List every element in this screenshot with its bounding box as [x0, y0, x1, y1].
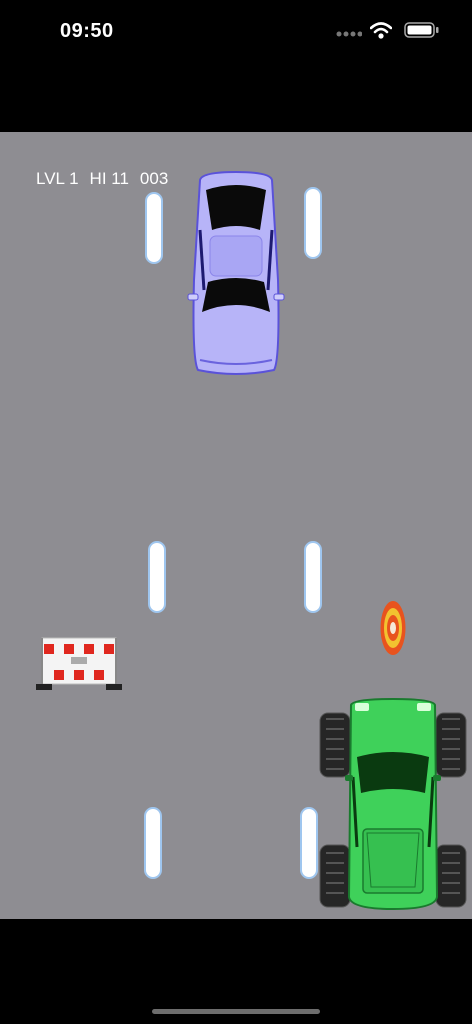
target-pickup[interactable]: [379, 599, 407, 657]
status-bar: 09:50: [0, 0, 472, 64]
score-label: 003: [139, 169, 169, 188]
lane-marking: [148, 541, 166, 613]
lane-marking: [144, 807, 162, 879]
cellular-dots-icon: [336, 31, 362, 37]
game-road[interactable]: LVL 1 HI 11 003: [0, 132, 472, 919]
level-label: LVL 1: [36, 169, 79, 188]
status-time: 09:50: [60, 20, 114, 42]
lane-marking: [145, 192, 163, 264]
battery-icon: [404, 22, 439, 38]
home-indicator[interactable]: [152, 1009, 320, 1014]
high-score-label: HI 11: [89, 169, 129, 188]
lane-marking: [304, 541, 322, 613]
opponent-car: [187, 170, 285, 375]
lane-marking: [304, 187, 322, 259]
wifi-icon: [370, 22, 392, 39]
roadwork-barrier: [36, 637, 122, 690]
player-truck[interactable]: [317, 697, 469, 913]
hud: LVL 1 HI 11 003: [36, 169, 179, 189]
